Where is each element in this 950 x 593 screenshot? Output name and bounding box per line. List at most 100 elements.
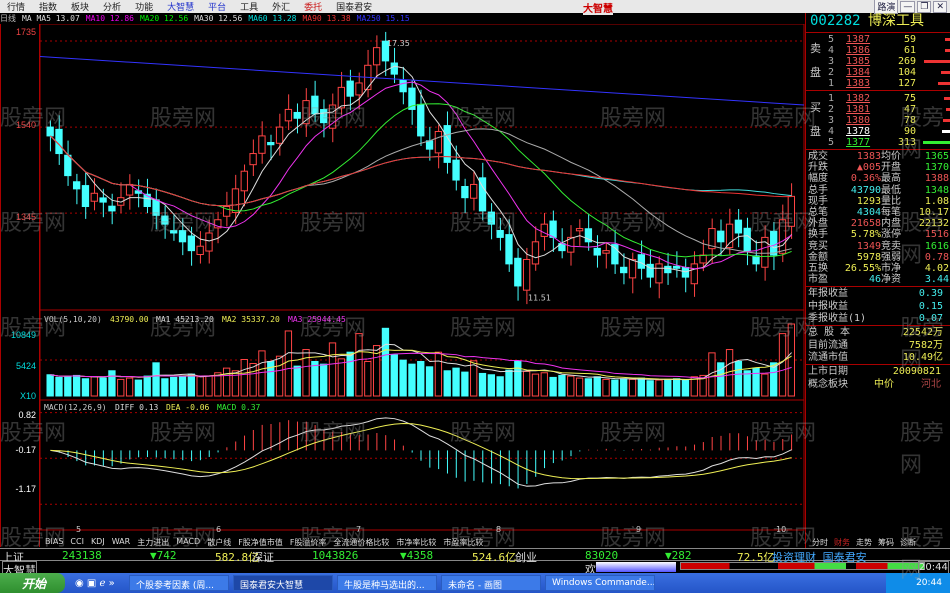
indicator-tab[interactable]: WAR [112,537,131,548]
menu-bar: 行情 指数 板块 分析 功能 大智慧 平台 工具 外汇 委托 国泰君安 [0,0,950,13]
candle-up [434,130,443,154]
price-tick: 1540 [15,120,36,130]
volume-bar [620,378,628,397]
indicator-tab[interactable]: 散户线 [207,537,231,548]
stat-label: 金额 [808,251,828,263]
volume-bar [64,375,72,397]
indicator-tab[interactable]: 主力进出 [137,537,169,548]
menu-item[interactable]: 大智慧 [160,0,201,13]
close-button[interactable]: ✕ [933,0,947,13]
indicator-tab[interactable]: 全流通价格比较 [333,537,389,548]
indicator-tab[interactable]: CCI [70,537,84,548]
volume-bar [196,376,204,397]
quote-stat-row: 换手 5.78% 涨停 1516 [806,229,950,241]
listing-field[interactable]: 中价 [874,379,894,391]
menu-item[interactable]: 国泰君安 [329,0,379,13]
candle-down [487,211,496,225]
quicklaunch-icons[interactable]: ◉ ▣ ℯ » [65,578,125,589]
menu-item[interactable]: 指数 [32,0,64,13]
listing-field: 20090821 [892,366,941,377]
candle-up [470,183,478,199]
volume: 127 [897,78,916,89]
start-button[interactable]: 开始 [0,573,65,593]
stat-label: 竞卖 [881,240,901,252]
volume-bar [487,374,496,397]
indicator-tab[interactable]: MACD [176,537,200,548]
menu-item[interactable]: 行情 [0,0,32,13]
stat-label: 强弱 [881,251,901,263]
stat-label: 现手 [808,195,828,207]
volume-bar [681,379,690,397]
volume-bar [320,363,328,397]
taskbar-item[interactable]: 个股参考因素 (周... [129,575,229,591]
candle-down [170,230,178,234]
volume-bar [161,378,169,397]
indicator-tab[interactable]: 市净率比较 [396,537,436,548]
taskbar-item[interactable]: 牛股是种马选出的... [337,575,437,591]
menu-item[interactable]: 板块 [64,0,96,13]
indicator-tab[interactable]: F股净值市值 [238,537,283,548]
taskbar: 开始 ◉ ▣ ℯ » 个股参考因素 (周... 国泰君安大智慧 牛股是种马选出的..… [0,573,950,593]
stat-label: 市盈 [808,274,828,286]
taskbar-item[interactable]: 国泰君安大智慧 [233,575,333,591]
taskbar-item[interactable]: 未命名 - 画图 [441,575,541,591]
y-axis: 1735 1540 1345 10849 5424 X10 0.82 -0.17… [0,24,40,547]
stat-label: 量比 [881,195,901,207]
ma-legend-item: MA30 12.56 [194,14,243,23]
menu-item[interactable]: 工具 [233,0,265,13]
candle-down [399,79,407,93]
candle-down [664,265,672,274]
ma250-line [40,55,805,106]
volume-bar [646,380,654,397]
macd-tick: -0.17 [15,445,36,455]
candle-up [690,263,698,285]
menu-item[interactable]: 功能 [128,0,160,13]
candle-down [593,247,601,256]
menu-item[interactable]: 委托 [297,0,329,13]
indicator-tab[interactable]: KDJ [91,537,105,548]
volume-bar [46,374,54,397]
indicator-tab[interactable]: BIAS [45,537,63,548]
candle-down [99,197,107,203]
volume-bar [522,370,531,397]
volume-tick: 5424 [15,361,36,371]
menu-item[interactable]: 外汇 [265,0,297,13]
shares-row: 目前流通 7582万 [806,340,950,352]
candle-down [178,230,187,243]
volume-tick: 10849 [10,330,36,340]
volume-bar [946,108,950,111]
menu-item[interactable]: 平台 [201,0,233,13]
tray-clock: 20:44 [916,578,942,588]
candle-down [461,186,469,199]
volume-bar [443,370,451,397]
menu-item[interactable]: 分析 [96,0,128,13]
volume-bar [743,370,751,397]
divider [806,90,950,91]
listing-field: 上市日期 [808,366,848,377]
volume-bar [364,360,372,397]
listing-field[interactable]: 河北 [921,379,941,391]
earnings-value: 0.07 [918,313,943,324]
listing-row: 概念板块 中价 河北 [806,379,950,391]
earnings-row: 中报收益 0.15 [806,301,950,313]
kline-chart[interactable]: VOL(5,10,20) 43790.00 MA1 45213.20 MA2 3533… [40,24,805,536]
restore-button[interactable]: ❐ [917,0,932,13]
roadshow-button[interactable]: 路演 [874,0,899,14]
price-tick: 1735 [15,27,36,37]
stat-value: 26.55% [844,263,881,274]
minimize-button[interactable]: — [900,0,916,13]
book-side-label: 盘 [810,66,821,79]
listing-field: 概念板块 [808,378,848,390]
listing-row: 上市日期 20090821 [806,366,950,378]
candle-up [231,188,240,214]
indicator-tab[interactable]: F股溢价率 [290,537,327,548]
indicator-tab[interactable]: 市盈率比较 [443,537,483,548]
month-tick: 8 [496,525,501,534]
taskbar-item[interactable]: Windows Commande... [545,575,655,591]
candle-down [320,109,328,124]
app-logo: 大智慧 [583,0,613,15]
stat-value: 1616 [924,240,949,252]
quote-stat-row: 金额 5978 强弱 0.78 [806,252,950,264]
volume-bar [205,375,213,397]
macd-tick: -1.17 [15,484,36,494]
